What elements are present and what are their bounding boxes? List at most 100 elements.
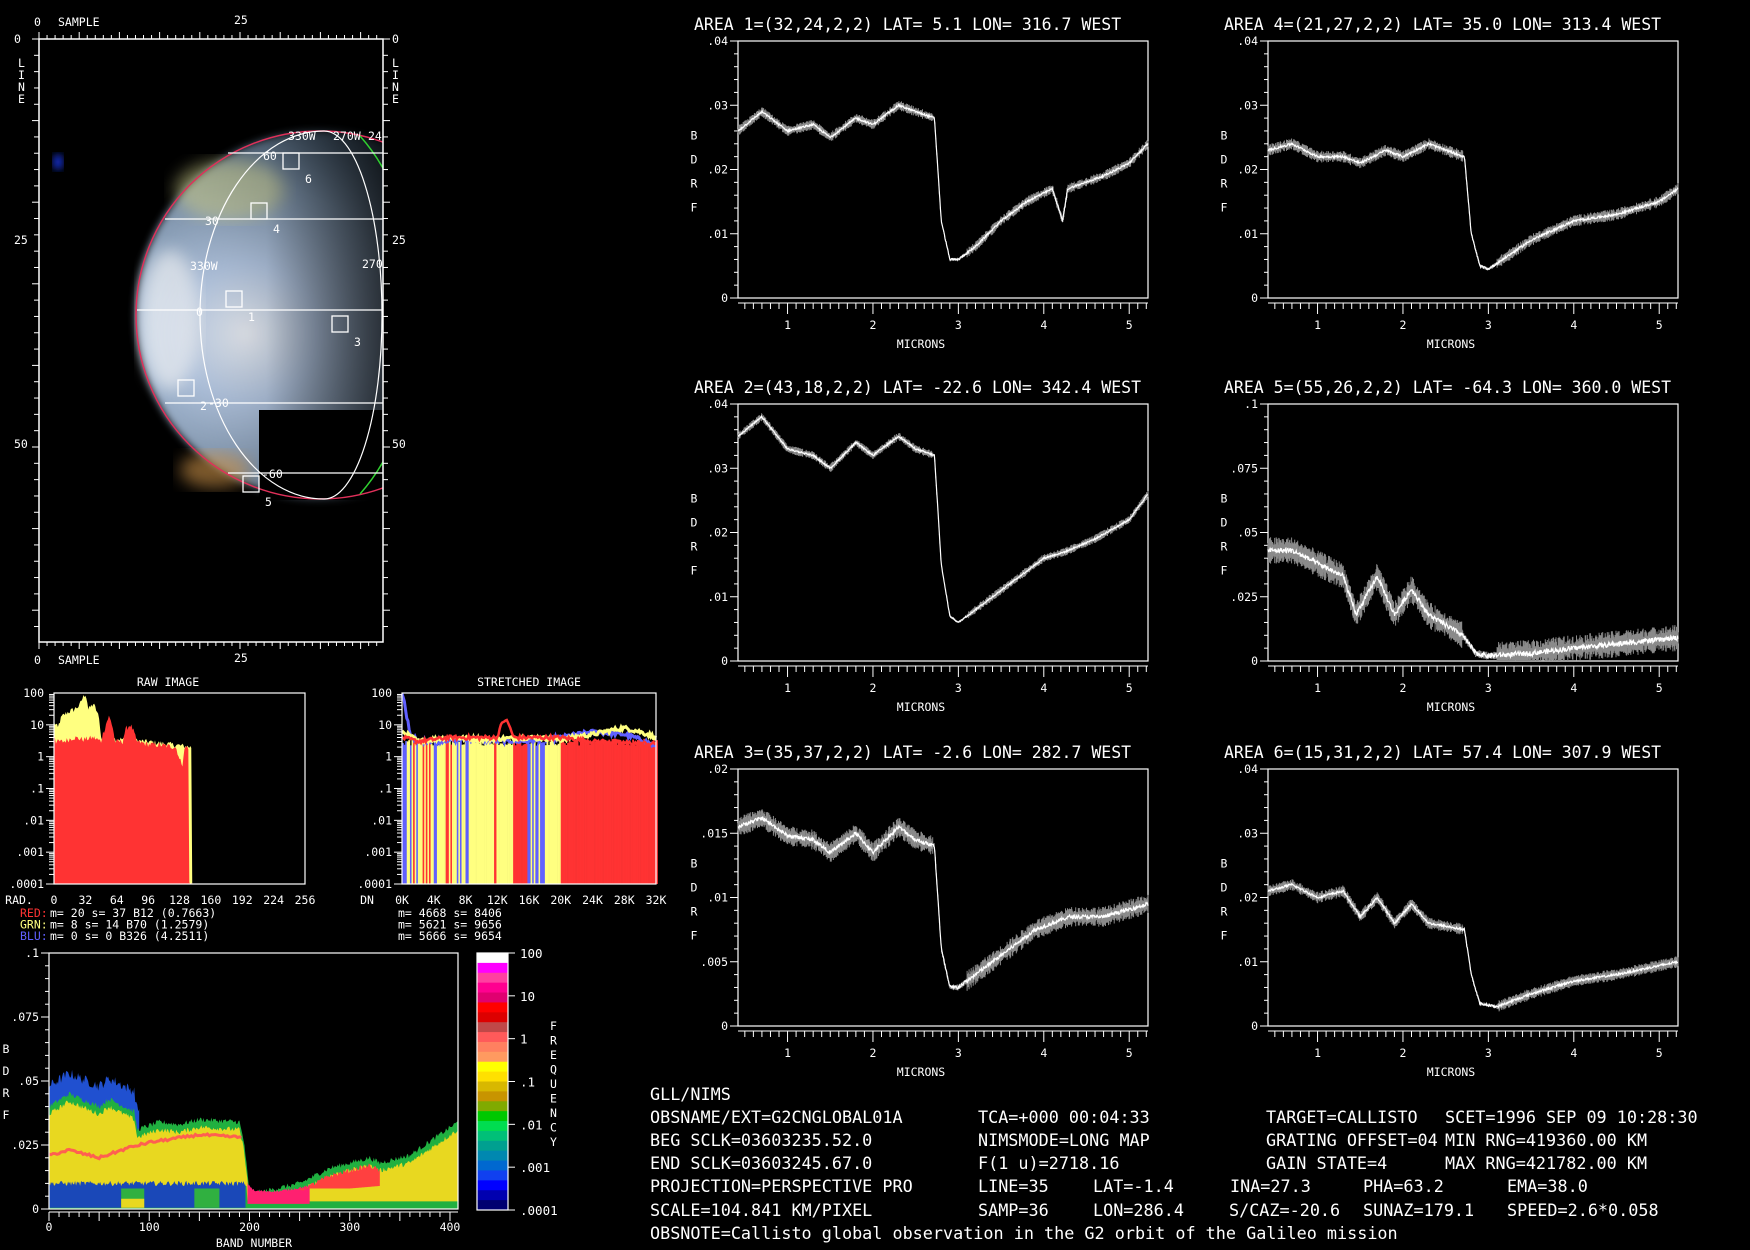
y-tick-label: .025 — [1230, 590, 1258, 604]
y-tick-label: .03 — [1237, 826, 1258, 840]
x-tick-label: 4 — [1040, 318, 1047, 332]
y-tick-label: .03 — [707, 98, 728, 112]
x-axis-label: BAND NUMBER — [216, 1236, 292, 1250]
colorbar-swatch — [477, 1170, 508, 1181]
ema: EMA=38.0 — [1507, 1176, 1588, 1196]
y-tick-label: 0 — [721, 1019, 728, 1033]
y-tick-label: .015 — [700, 826, 728, 840]
y-tick-label: 0 — [721, 654, 728, 668]
spectrum-frame — [737, 403, 1149, 662]
y-tick-label: .025 — [11, 1138, 39, 1152]
x-tick-label: 4K — [427, 893, 441, 907]
colorbar-tick-label: 10 — [520, 989, 535, 1004]
cursor-line: LINE=35 — [978, 1176, 1049, 1196]
x-tick-label: 1 — [784, 1046, 791, 1060]
x-tick-label: 128 — [169, 893, 190, 907]
latitude-label: -30 — [208, 396, 229, 410]
sample-tick-label: 0 — [34, 653, 41, 667]
latitude-label: 30 — [205, 214, 219, 228]
x-tick-label: 4 — [1040, 1046, 1047, 1060]
colorbar-swatch — [477, 972, 508, 984]
area-label: 5 — [265, 495, 272, 509]
colorbar-label-letter: Q — [550, 1063, 557, 1077]
callisto-image-map[interactable]: 0 SAMPLE 250 SAMPLE 250 025 2550 50L LI IN NE E6030… — [14, 13, 504, 667]
histogram-title: RAW IMAGE — [137, 675, 199, 689]
colorbar-label-letter: Y — [550, 1135, 557, 1149]
colorbar-swatch — [477, 1130, 508, 1142]
x-tick-label: 1 — [1314, 318, 1321, 332]
colorbar-label-letter: N — [550, 1106, 557, 1120]
y-tick-label: .04 — [1237, 762, 1258, 776]
x-tick-label: 192 — [232, 893, 253, 907]
instrument-label: GLL/NIMS — [650, 1084, 731, 1104]
colorbar-swatch — [477, 1140, 508, 1152]
y-axis-label: BDRF — [687, 129, 701, 225]
longitude-label: 330W — [288, 129, 316, 143]
spectrum-noise-envelope — [1267, 879, 1679, 1012]
obsname: OBSNAME/EXT=G2CNGLOBAL01A — [650, 1107, 903, 1127]
area-label: 4 — [273, 222, 280, 236]
colorbar-swatch — [477, 1111, 508, 1122]
sample-tick-label: 25 — [234, 651, 248, 665]
y-tick-label: .1 — [25, 946, 39, 960]
spectrum-frame — [1267, 40, 1679, 299]
red-band-histogram — [54, 715, 193, 884]
x-tick-label: 0 — [51, 893, 58, 907]
colorbar-tick-label: .1 — [520, 1075, 535, 1090]
colorbar-swatch — [477, 1101, 508, 1112]
spectrum-title: AREA 6=(15,31,2,2) LAT= 57.4 LON= 307.9 … — [1224, 743, 1661, 762]
y-tick-label: 100 — [371, 686, 392, 700]
spectrum-line — [737, 414, 1149, 623]
y-tick-label: .1 — [378, 782, 392, 796]
x-tick-label: 5 — [1126, 681, 1133, 695]
spectrum-plot-3: AREA 2=(43,18,2,2) LAT= -22.6 LON= 342.4… — [687, 378, 1149, 714]
tca: TCA=+000 00:04:33 — [978, 1107, 1150, 1127]
y-axis-label: BDRF — [1217, 857, 1231, 953]
colorbar-swatch — [477, 953, 508, 964]
x-tick-label: 2 — [1399, 681, 1406, 695]
x-tick-label: 200 — [239, 1220, 260, 1234]
y-tick-label: .04 — [707, 34, 728, 48]
y-axis-label: BDRF — [1217, 129, 1231, 225]
y-axis-label: BDRF — [687, 857, 701, 953]
x-tick-label: 3 — [1485, 681, 1492, 695]
longitude-label: 330W — [190, 259, 218, 273]
x-axis-name: RAD. — [5, 893, 33, 907]
pha: PHA=63.2 — [1363, 1176, 1444, 1196]
x-axis-label: MICRONS — [1427, 337, 1476, 351]
legend-stats: m= 0 s= 0 B326 (4.2511) — [50, 929, 209, 943]
y-tick-label: 1 — [37, 750, 44, 764]
spectrum-line — [737, 102, 1149, 262]
spectrum-line — [1267, 883, 1679, 1009]
colorbar-swatch — [477, 1121, 508, 1132]
scet: SCET=1996 SEP 09 10:28:30 — [1445, 1107, 1698, 1127]
colorbar-swatch — [477, 962, 508, 974]
y-tick-label: .001 — [364, 845, 392, 859]
density-yellow-chunk — [121, 1198, 145, 1208]
y-tick-label: .05 — [1237, 526, 1258, 540]
raw-image-histogram: RAW IMAGE 100 10 1 .1 .01 .001 .0001 RAD. 0 32 64 96… — [5, 675, 315, 943]
x-tick-label: 300 — [339, 1220, 360, 1234]
latitude-label: -60 — [262, 467, 283, 481]
x-tick-label: 8K — [459, 893, 473, 907]
x-tick-label: 1 — [784, 681, 791, 695]
spectrum-plot-4: AREA 5=(55,26,2,2) LAT= -64.3 LON= 360.0… — [1217, 378, 1679, 714]
x-tick-label: 3 — [955, 681, 962, 695]
sample-axis-label: SAMPLE — [58, 15, 100, 29]
colorbar-tick-label: 100 — [520, 946, 543, 961]
x-tick-label: 32K — [646, 893, 667, 907]
colorbar-swatch — [477, 1091, 508, 1102]
spectrum-plot-1: AREA 1=(32,24,2,2) LAT= 5.1 LON= 316.7 W… — [687, 15, 1149, 351]
x-tick-label: 5 — [1656, 1046, 1663, 1060]
x-axis-label: MICRONS — [897, 337, 946, 351]
y-tick-label: .01 — [1237, 955, 1258, 969]
colorbar-swatch — [477, 1002, 508, 1013]
spectrum-title: AREA 1=(32,24,2,2) LAT= 5.1 LON= 316.7 W… — [694, 15, 1121, 34]
x-tick-label: 4 — [1570, 1046, 1577, 1060]
x-tick-label: 160 — [200, 893, 221, 907]
y-tick-label: .02 — [1237, 891, 1258, 905]
y-tick-label: .075 — [1230, 461, 1258, 475]
y-tick-label: 0 — [1251, 291, 1258, 305]
y-tick-label: .05 — [18, 1074, 39, 1088]
x-tick-label: 0K — [395, 893, 409, 907]
